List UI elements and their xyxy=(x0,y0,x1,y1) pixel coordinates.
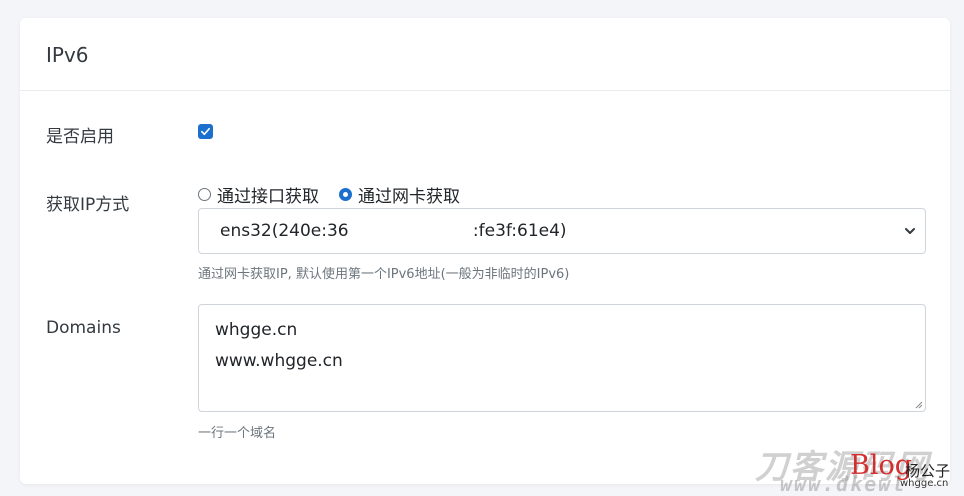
watermark-site: whgge.cn xyxy=(900,478,949,489)
domain-line: whgge.cn xyxy=(215,320,298,340)
domain-line: www.whgge.cn xyxy=(215,351,343,371)
radio-by-interface[interactable] xyxy=(198,188,211,201)
watermark-blog: Blog xyxy=(850,450,913,481)
radio-by-interface-label[interactable]: 通过接口获取 xyxy=(217,182,319,207)
card-title: IPv6 xyxy=(46,43,89,67)
ipv6-card: IPv6 是否启用 获取IP方式 通过接口获取 通过网卡获取 ens32(240… xyxy=(20,18,950,484)
ip-method-label: 获取IP方式 xyxy=(46,195,130,215)
ip-method-help: 通过网卡获取IP, 默认使用第一个IPv6地址(一般为非临时的IPv6) xyxy=(198,267,570,282)
domains-help: 一行一个域名 xyxy=(198,426,277,441)
enable-label: 是否启用 xyxy=(46,127,114,147)
resize-handle-icon[interactable] xyxy=(913,399,923,409)
domains-textarea[interactable]: whgge.cn www.whgge.cn xyxy=(198,304,926,412)
enable-checkbox[interactable] xyxy=(198,124,213,139)
radio-by-nic-label[interactable]: 通过网卡获取 xyxy=(358,182,460,207)
domains-label: Domains xyxy=(46,318,121,338)
card-header: IPv6 xyxy=(20,18,950,91)
radio-by-nic[interactable] xyxy=(339,188,352,201)
nic-select[interactable]: ens32(240e:36 :fe3f:61e4) xyxy=(198,208,926,254)
ip-method-radio-group: 通过接口获取 通过网卡获取 xyxy=(198,182,474,207)
chevron-down-icon xyxy=(905,228,915,234)
nic-select-value: ens32(240e:36 :fe3f:61e4) xyxy=(220,221,567,241)
check-icon xyxy=(201,127,210,136)
